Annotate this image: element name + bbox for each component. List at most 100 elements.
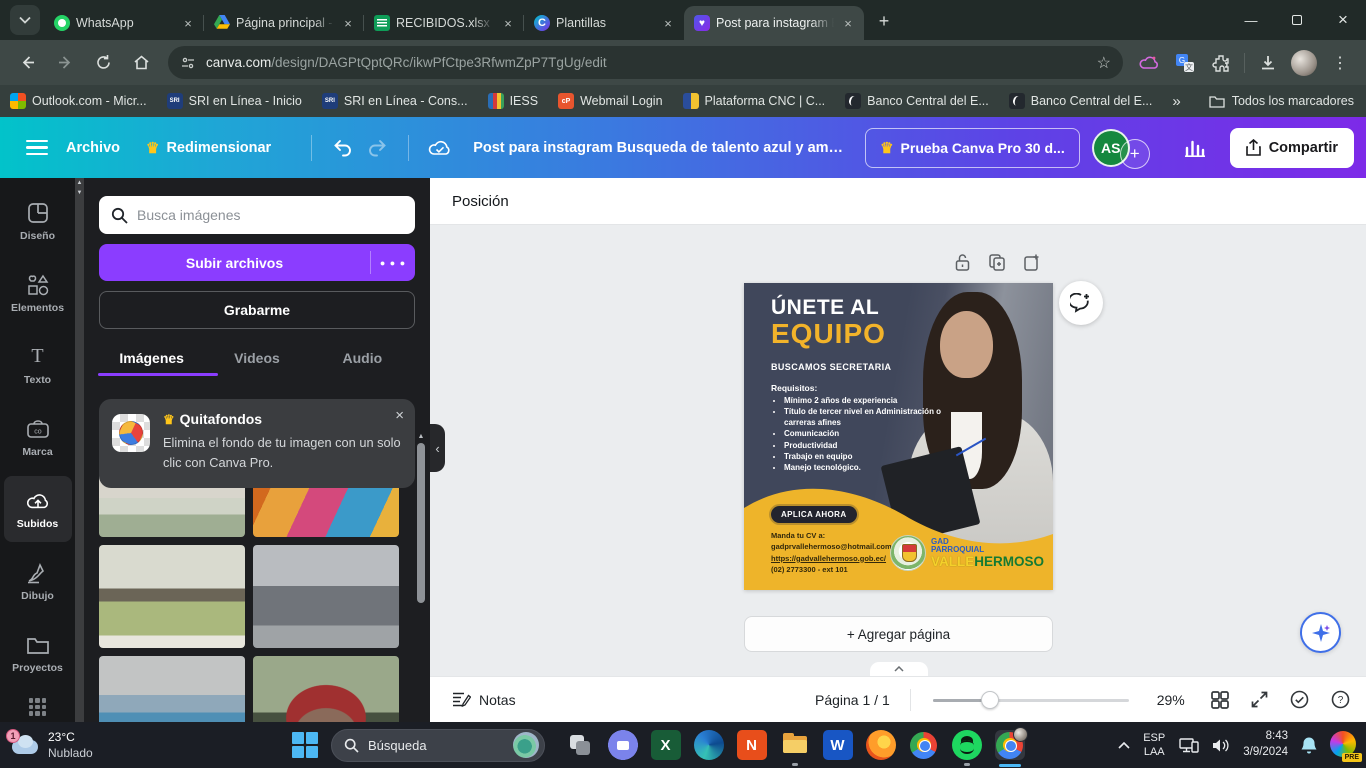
uploads-list-scrollbar[interactable]: ▲ [417, 433, 425, 722]
bookmark-sri-inicio[interactable]: SRISRI en Línea - Inicio [167, 93, 302, 109]
position-button[interactable]: Posición [452, 193, 509, 210]
record-me-button[interactable]: Grabarme [99, 291, 415, 329]
archivo-menu[interactable]: Archivo [66, 140, 120, 156]
word-app-icon[interactable]: W [823, 730, 853, 760]
sidebar-item-proyectos[interactable]: Proyectos [4, 620, 72, 686]
extension-weather-icon[interactable] [1134, 48, 1164, 78]
redo-button[interactable] [360, 131, 394, 165]
insights-chart-icon[interactable] [1178, 131, 1212, 165]
language-indicator[interactable]: ESP LAA [1143, 731, 1165, 760]
cloud-saved-icon[interactable] [423, 131, 457, 165]
tab-imagenes[interactable]: Imágenes [99, 340, 204, 376]
add-member-button[interactable]: + [1120, 139, 1150, 169]
redimensionar-menu[interactable]: ♛Redimensionar [146, 139, 271, 157]
browser-profile-avatar[interactable] [1289, 48, 1319, 78]
task-view-button[interactable] [565, 730, 595, 760]
maximize-button[interactable] [1274, 0, 1320, 40]
tab-search-button[interactable] [10, 5, 40, 35]
close-icon[interactable]: × [180, 15, 196, 31]
uploaded-photo-thumbnail[interactable] [99, 656, 245, 722]
downloads-icon[interactable] [1253, 48, 1283, 78]
magic-assistant-button[interactable] [1300, 612, 1341, 653]
sidebar-item-elementos[interactable]: Elementos [4, 260, 72, 326]
extensions-puzzle-icon[interactable] [1206, 48, 1236, 78]
zoom-slider[interactable] [933, 691, 1129, 709]
file-explorer-icon[interactable] [780, 730, 810, 760]
clock[interactable]: 8:43 3/9/2024 [1243, 729, 1288, 760]
spotify-app-icon[interactable] [952, 730, 982, 760]
tray-chevron-up-icon[interactable] [1118, 742, 1130, 749]
duplicate-page-icon[interactable] [988, 253, 1006, 272]
image-search-box[interactable] [99, 196, 415, 234]
network-icon[interactable] [1179, 737, 1199, 754]
tab-google-drive[interactable]: Página principal - Google Dri × [204, 6, 364, 40]
add-page-button[interactable]: + Agregar página [744, 616, 1053, 652]
add-comment-button[interactable] [1059, 281, 1103, 325]
design-title[interactable]: Post para instagram Busqueda de talento … [473, 140, 848, 156]
panel-scrollbar[interactable]: ▲ ▼ [75, 178, 84, 722]
address-bar[interactable]: canva.com/design/DAGPtQptQRc/ikwPfCtpe3R… [168, 46, 1123, 79]
minimize-button[interactable]: — [1228, 0, 1274, 40]
hamburger-menu-icon[interactable] [26, 140, 48, 156]
url-text[interactable]: canva.com/design/DAGPtQptQRc/ikwPfCtpe3R… [206, 55, 1097, 70]
uploaded-photo-thumbnail[interactable] [253, 545, 399, 648]
chat-app-icon[interactable] [608, 730, 638, 760]
canva-pro-trial-button[interactable]: ♛Prueba Canva Pro 30 d... [865, 128, 1080, 168]
panel-collapse-chevron[interactable]: ‹ [430, 424, 445, 472]
add-page-icon[interactable] [1023, 253, 1041, 272]
volume-icon[interactable] [1212, 738, 1230, 753]
site-settings-icon[interactable] [180, 55, 196, 71]
sidebar-item-dibujo[interactable]: Dibujo [4, 548, 72, 614]
taskbar-search[interactable]: Búsqueda [331, 729, 545, 762]
new-tab-button[interactable]: + [870, 7, 898, 35]
bookmark-cnc[interactable]: Plataforma CNC | C... [683, 93, 826, 109]
tab-videos[interactable]: Videos [204, 340, 309, 376]
close-icon[interactable]: × [840, 15, 856, 31]
back-button[interactable] [11, 47, 43, 79]
close-icon[interactable]: × [340, 15, 356, 31]
bookmark-outlook[interactable]: Outlook.com - Micr... [10, 93, 147, 109]
apps-grid-icon[interactable] [29, 698, 47, 716]
close-icon[interactable]: × [395, 407, 404, 424]
bookmark-star-icon[interactable]: ☆ [1097, 53, 1111, 73]
weather-widget[interactable]: 1 23°C Nublado [10, 729, 93, 761]
upload-more-options[interactable]: ● ● ● [371, 258, 415, 268]
tab-audio[interactable]: Audio [310, 340, 415, 376]
firefox-app-icon[interactable] [866, 730, 896, 760]
uploaded-photo-thumbnail[interactable] [253, 656, 399, 722]
translate-extension-icon[interactable]: G文 [1170, 48, 1200, 78]
chrome-app-icon[interactable] [909, 730, 939, 760]
notes-button[interactable]: Notas [452, 691, 516, 708]
sidebar-item-subidos[interactable]: Subidos [4, 476, 72, 542]
tab-whatsapp[interactable]: WhatsApp × [44, 6, 204, 40]
expand-panel-tab[interactable] [870, 662, 928, 676]
edge-app-icon[interactable] [694, 730, 724, 760]
search-input[interactable] [137, 207, 403, 223]
lock-icon[interactable] [954, 253, 971, 272]
close-icon[interactable]: × [660, 15, 676, 31]
sidebar-item-texto[interactable]: T Texto [4, 332, 72, 398]
bookmark-iess[interactable]: IESS [488, 93, 539, 109]
sidebar-item-marca[interactable]: co Marca [4, 404, 72, 470]
bookmark-bce-2[interactable]: Banco Central del E... [1009, 93, 1153, 109]
grid-view-icon[interactable] [1211, 691, 1229, 709]
bookmark-bce-1[interactable]: Banco Central del E... [845, 93, 989, 109]
forward-button[interactable] [49, 47, 81, 79]
home-button[interactable] [125, 47, 157, 79]
zoom-slider-handle[interactable] [981, 691, 999, 709]
browser-menu-icon[interactable]: ⋮ [1325, 48, 1355, 78]
start-button[interactable] [292, 732, 318, 758]
bookmark-webmail[interactable]: cPWebmail Login [558, 93, 662, 109]
undo-button[interactable] [326, 131, 360, 165]
design-page[interactable]: ÚNETE AL EQUIPO BUSCAMOS SECRETARIA Requ… [744, 283, 1053, 590]
upload-files-button[interactable]: Subir archivos ● ● ● [99, 244, 415, 281]
sidebar-item-diseno[interactable]: Diseño [4, 188, 72, 254]
scrollbar-thumb[interactable] [417, 443, 425, 603]
nitro-pdf-app-icon[interactable]: N [737, 730, 767, 760]
fullscreen-icon[interactable] [1251, 691, 1268, 708]
share-button[interactable]: Compartir [1230, 128, 1354, 168]
tab-sheets[interactable]: RECIBIDOS.xlsx - Hojas de cá × [364, 6, 524, 40]
excel-app-icon[interactable]: X [651, 730, 681, 760]
help-icon[interactable]: ? [1331, 690, 1350, 709]
close-window-button[interactable]: × [1320, 0, 1366, 40]
